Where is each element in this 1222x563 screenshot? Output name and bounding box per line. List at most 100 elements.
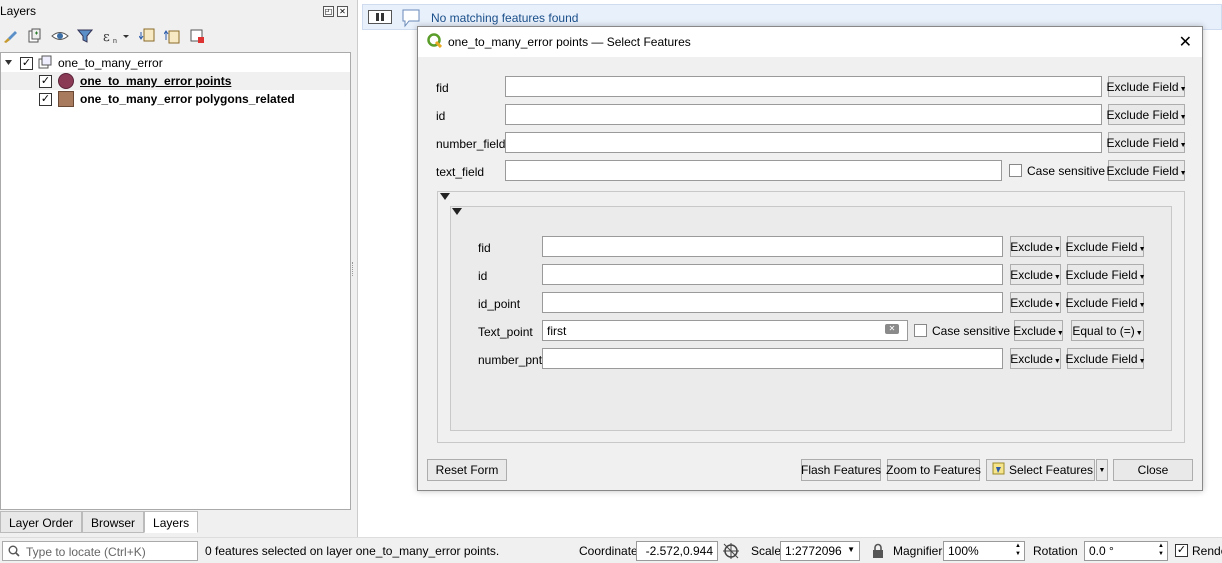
- expand-all-icon[interactable]: [138, 27, 156, 45]
- exclude-field-button[interactable]: Exclude Field ▼: [1106, 160, 1187, 181]
- point-symbol-icon: [58, 73, 74, 89]
- svg-text:ε: ε: [103, 30, 110, 44]
- message-text: No matching features found: [431, 11, 579, 25]
- layer-row-polygons[interactable]: ✓ one_to_many_error polygons_related: [1, 90, 350, 108]
- close-button[interactable]: Close: [1113, 459, 1193, 481]
- eye-icon[interactable]: [51, 27, 69, 45]
- id-input[interactable]: [505, 104, 1102, 125]
- field-label: number_field: [436, 137, 506, 151]
- reset-form-button[interactable]: Reset Form: [427, 459, 507, 481]
- related-field-label: number_pnt: [478, 353, 543, 367]
- select-features-dropdown[interactable]: ▼: [1096, 459, 1108, 481]
- extents-toggle-icon[interactable]: [722, 542, 740, 563]
- button-label: Exclude: [1010, 295, 1053, 310]
- lock-icon[interactable]: [871, 543, 885, 562]
- related-number-pnt-input[interactable]: [542, 348, 1003, 369]
- exclude-button[interactable]: Exclude ▼: [1010, 236, 1061, 257]
- filter-icon[interactable]: [76, 27, 94, 45]
- case-sensitive-label: Case sensitive: [932, 324, 1011, 338]
- collapse-all-icon[interactable]: [163, 27, 181, 45]
- layer-group-icon: [38, 55, 52, 72]
- add-group-icon[interactable]: [25, 27, 43, 45]
- magnifier-spinbox[interactable]: 100% ▲ ▼: [943, 541, 1025, 561]
- layer-name: one_to_many_error polygons_related: [80, 92, 295, 106]
- button-label: Exclude: [1010, 239, 1053, 254]
- tab-layers[interactable]: Layers: [144, 511, 199, 533]
- coordinate-label: Coordinate: [579, 544, 638, 558]
- exclude-button[interactable]: Exclude ▼: [1010, 348, 1061, 369]
- dialog-close-icon[interactable]: ✕: [1179, 32, 1192, 52]
- operator-button[interactable]: Equal to (=) ▼: [1071, 320, 1144, 341]
- rotation-spinbox[interactable]: 0.0 ° ▲ ▼: [1084, 541, 1168, 561]
- float-panel-button[interactable]: ◰: [323, 6, 334, 17]
- render-checkbox[interactable]: ✓: [1175, 544, 1188, 557]
- exclude-button[interactable]: Exclude ▼: [1013, 320, 1064, 341]
- exclude-button[interactable]: Exclude ▼: [1010, 292, 1061, 313]
- flash-features-button[interactable]: Flash Features: [801, 459, 881, 481]
- button-label: Exclude Field: [1065, 267, 1138, 282]
- locator-input[interactable]: Type to locate (Ctrl+K): [2, 541, 198, 561]
- coordinate-input[interactable]: -2.572,0.944: [636, 541, 718, 561]
- related-text-point-input[interactable]: first: [542, 320, 908, 341]
- splitter-handle[interactable]: [352, 262, 355, 276]
- panel-tabs: Layer Order Browser Layers: [0, 511, 199, 533]
- button-label: Select Features: [1009, 463, 1094, 477]
- related-fid-input[interactable]: [542, 236, 1003, 257]
- exclude-field-button[interactable]: Exclude Field ▼: [1107, 76, 1187, 97]
- button-label: Exclude: [1010, 267, 1053, 282]
- layer-visibility-checkbox[interactable]: ✓: [39, 74, 52, 88]
- layer-row-points[interactable]: ✓ one_to_many_error points: [1, 72, 350, 90]
- dialog-title: one_to_many_error points — Select Featur…: [448, 35, 691, 49]
- select-features-dialog: one_to_many_error points — Select Featur…: [417, 26, 1203, 491]
- magnifier-value: 100%: [948, 544, 979, 558]
- button-label: Exclude Field: [1106, 107, 1179, 122]
- exclude-field-button[interactable]: Exclude Field ▼: [1066, 236, 1146, 257]
- zoom-to-features-button[interactable]: Zoom to Features: [886, 459, 981, 481]
- button-label: Exclude: [1013, 323, 1056, 338]
- group-visibility-checkbox[interactable]: ✓: [20, 56, 33, 70]
- collapse-arrow-icon[interactable]: [439, 192, 451, 205]
- field-label: fid: [436, 81, 449, 95]
- remove-layer-icon[interactable]: [188, 27, 206, 45]
- clear-input-icon[interactable]: ✕: [885, 324, 899, 334]
- number-field-input[interactable]: [505, 132, 1102, 153]
- spin-arrows-icon[interactable]: ▲ ▼: [1015, 542, 1021, 558]
- scale-combo[interactable]: 1:2772096 ▼: [780, 541, 860, 561]
- exclude-field-button[interactable]: Exclude Field ▼: [1066, 292, 1146, 313]
- paint-brush-icon[interactable]: [1, 27, 19, 45]
- button-label: Exclude Field: [1106, 163, 1179, 178]
- layer-group-row[interactable]: ✓ one_to_many_error: [1, 54, 350, 72]
- text-field-input[interactable]: [505, 160, 1002, 181]
- select-features-button[interactable]: Select Features: [986, 459, 1095, 481]
- exclude-field-button[interactable]: Exclude Field ▼: [1065, 264, 1146, 285]
- scale-label: Scale: [751, 544, 782, 558]
- exclude-button[interactable]: Exclude ▼: [1010, 264, 1061, 285]
- related-id-point-input[interactable]: [542, 292, 1003, 313]
- exclude-field-button[interactable]: Exclude Field ▼: [1107, 132, 1187, 153]
- case-sensitive-checkbox[interactable]: [914, 324, 927, 337]
- svg-text:n: n: [113, 38, 117, 44]
- tab-browser[interactable]: Browser: [82, 511, 145, 533]
- panel-title: Layers: [0, 4, 37, 18]
- close-panel-button[interactable]: ✕: [337, 6, 348, 17]
- search-icon: [8, 545, 20, 560]
- expression-filter-icon[interactable]: εn: [101, 27, 131, 45]
- layer-visibility-checkbox[interactable]: ✓: [39, 92, 52, 106]
- locator-placeholder: Type to locate (Ctrl+K): [26, 545, 146, 559]
- status-bar: Type to locate (Ctrl+K) 0 features selec…: [0, 537, 1222, 563]
- fid-input[interactable]: [505, 76, 1102, 97]
- exclude-field-button[interactable]: Exclude Field ▼: [1106, 104, 1187, 125]
- tab-layer-order[interactable]: Layer Order: [0, 511, 83, 533]
- magnifier-label: Magnifier: [893, 544, 943, 558]
- collapse-arrow-icon[interactable]: [451, 207, 463, 220]
- layer-group-name: one_to_many_error: [58, 56, 163, 70]
- button-label: Equal to (=): [1072, 323, 1135, 338]
- spin-arrows-icon[interactable]: ▲ ▼: [1158, 542, 1164, 558]
- dialog-titlebar: one_to_many_error points — Select Featur…: [418, 27, 1202, 57]
- expand-arrow-icon[interactable]: [4, 56, 14, 70]
- case-sensitive-label: Case sensitive: [1027, 164, 1106, 178]
- exclude-field-button[interactable]: Exclude Field ▼: [1066, 348, 1146, 369]
- pause-icon[interactable]: [368, 10, 392, 24]
- case-sensitive-checkbox[interactable]: [1009, 164, 1022, 177]
- related-id-input[interactable]: [542, 264, 1003, 285]
